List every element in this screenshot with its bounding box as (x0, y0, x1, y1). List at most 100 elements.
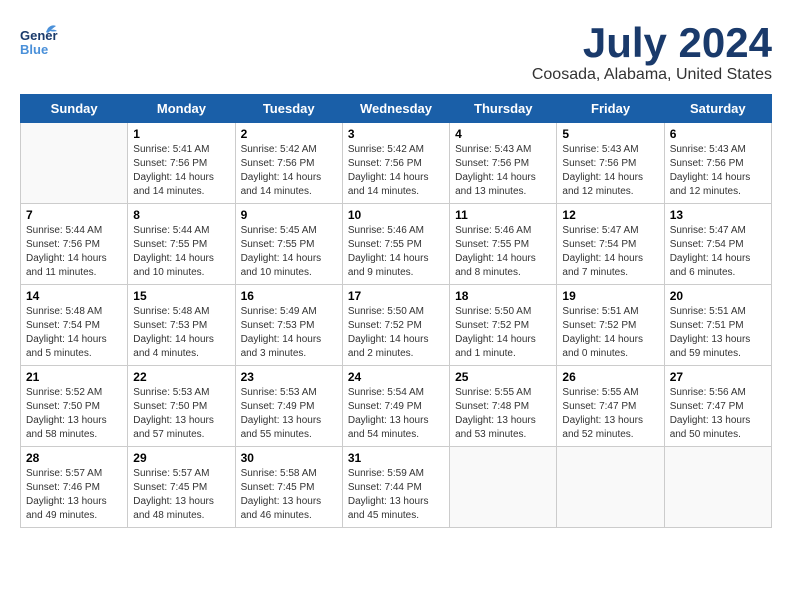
day-number: 11 (455, 208, 551, 222)
day-info: Sunrise: 5:55 AM Sunset: 7:48 PM Dayligh… (455, 386, 551, 442)
day-info: Sunrise: 5:44 AM Sunset: 7:55 PM Dayligh… (133, 224, 229, 280)
day-number: 17 (348, 289, 444, 303)
day-number: 25 (455, 370, 551, 384)
day-number: 30 (241, 451, 337, 465)
calendar-cell: 30 Sunrise: 5:58 AM Sunset: 7:45 PM Dayli… (235, 447, 342, 528)
calendar-cell: 27 Sunrise: 5:56 AM Sunset: 7:47 PM Dayli… (664, 366, 771, 447)
day-info: Sunrise: 5:50 AM Sunset: 7:52 PM Dayligh… (348, 305, 444, 361)
calendar-cell: 24Sunrise: 5:54 AM Sunset: 7:49 PM Dayli… (342, 366, 449, 447)
calendar-cell (557, 447, 664, 528)
day-info: Sunrise: 5:41 AM Sunset: 7:56 PM Dayligh… (133, 143, 229, 199)
svg-text:Blue: Blue (20, 42, 48, 57)
day-info: Sunrise: 5:46 AM Sunset: 7:55 PM Dayligh… (455, 224, 551, 280)
day-info: Sunrise: 5:48 AM Sunset: 7:54 PM Dayligh… (26, 305, 122, 361)
day-number: 4 (455, 127, 551, 141)
calendar-cell: 10 Sunrise: 5:46 AM Sunset: 7:55 PM Dayli… (342, 204, 449, 285)
day-of-week-monday: Monday (128, 95, 235, 123)
day-info: Sunrise: 5:47 AM Sunset: 7:54 PM Dayligh… (670, 224, 766, 280)
day-info: Sunrise: 5:56 AM Sunset: 7:47 PM Dayligh… (670, 386, 766, 442)
month-title: July 2024 (532, 20, 772, 66)
day-of-week-tuesday: Tuesday (235, 95, 342, 123)
day-of-week-friday: Friday (557, 95, 664, 123)
day-info: Sunrise: 5:42 AM Sunset: 7:56 PM Dayligh… (241, 143, 337, 199)
day-number: 23 (241, 370, 337, 384)
calendar-cell: 9 Sunrise: 5:45 AM Sunset: 7:55 PM Daylig… (235, 204, 342, 285)
calendar-cell: 2 Sunrise: 5:42 AM Sunset: 7:56 PM Daylig… (235, 123, 342, 204)
day-info: Sunrise: 5:50 AM Sunset: 7:52 PM Dayligh… (455, 305, 551, 361)
day-info: Sunrise: 5:43 AM Sunset: 7:56 PM Dayligh… (562, 143, 658, 199)
day-number: 12 (562, 208, 658, 222)
day-number: 9 (241, 208, 337, 222)
calendar-cell: 15Sunrise: 5:48 AM Sunset: 7:53 PM Dayli… (128, 285, 235, 366)
day-number: 7 (26, 208, 122, 222)
day-number: 29 (133, 451, 229, 465)
day-info: Sunrise: 5:53 AM Sunset: 7:50 PM Dayligh… (133, 386, 229, 442)
location: Coosada, Alabama, United States (532, 66, 772, 84)
day-info: Sunrise: 5:42 AM Sunset: 7:56 PM Dayligh… (348, 143, 444, 199)
day-number: 26 (562, 370, 658, 384)
calendar-cell (21, 123, 128, 204)
day-info: Sunrise: 5:44 AM Sunset: 7:56 PM Dayligh… (26, 224, 122, 280)
day-info: Sunrise: 5:57 AM Sunset: 7:46 PM Dayligh… (26, 467, 122, 523)
calendar-cell: 11 Sunrise: 5:46 AM Sunset: 7:55 PM Dayli… (450, 204, 557, 285)
calendar-cell: 8 Sunrise: 5:44 AM Sunset: 7:55 PM Daylig… (128, 204, 235, 285)
day-of-week-saturday: Saturday (664, 95, 771, 123)
day-number: 14 (26, 289, 122, 303)
calendar-cell: 13Sunrise: 5:47 AM Sunset: 7:54 PM Dayli… (664, 204, 771, 285)
calendar-cell: 23 Sunrise: 5:53 AM Sunset: 7:49 PM Dayli… (235, 366, 342, 447)
day-of-week-thursday: Thursday (450, 95, 557, 123)
day-number: 27 (670, 370, 766, 384)
day-info: Sunrise: 5:49 AM Sunset: 7:53 PM Dayligh… (241, 305, 337, 361)
day-number: 21 (26, 370, 122, 384)
title-area: July 2024 Coosada, Alabama, United State… (532, 20, 772, 84)
day-number: 6 (670, 127, 766, 141)
calendar-cell: 17 Sunrise: 5:50 AM Sunset: 7:52 PM Dayli… (342, 285, 449, 366)
day-number: 10 (348, 208, 444, 222)
calendar-cell (450, 447, 557, 528)
calendar-cell: 22Sunrise: 5:53 AM Sunset: 7:50 PM Dayli… (128, 366, 235, 447)
day-number: 1 (133, 127, 229, 141)
calendar-cell: 5 Sunrise: 5:43 AM Sunset: 7:56 PM Daylig… (557, 123, 664, 204)
day-info: Sunrise: 5:52 AM Sunset: 7:50 PM Dayligh… (26, 386, 122, 442)
logo: General Blue (20, 20, 58, 58)
day-number: 2 (241, 127, 337, 141)
calendar-cell: 12Sunrise: 5:47 AM Sunset: 7:54 PM Dayli… (557, 204, 664, 285)
day-info: Sunrise: 5:53 AM Sunset: 7:49 PM Dayligh… (241, 386, 337, 442)
day-number: 8 (133, 208, 229, 222)
calendar-week-3: 14 Sunrise: 5:48 AM Sunset: 7:54 PM Dayli… (21, 285, 772, 366)
days-of-week-row: SundayMondayTuesdayWednesdayThursdayFrid… (21, 95, 772, 123)
day-number: 18 (455, 289, 551, 303)
day-info: Sunrise: 5:46 AM Sunset: 7:55 PM Dayligh… (348, 224, 444, 280)
calendar-header: SundayMondayTuesdayWednesdayThursdayFrid… (21, 95, 772, 123)
day-info: Sunrise: 5:57 AM Sunset: 7:45 PM Dayligh… (133, 467, 229, 523)
day-info: Sunrise: 5:48 AM Sunset: 7:53 PM Dayligh… (133, 305, 229, 361)
calendar-cell: 25 Sunrise: 5:55 AM Sunset: 7:48 PM Dayli… (450, 366, 557, 447)
calendar-cell: 1 Sunrise: 5:41 AM Sunset: 7:56 PM Daylig… (128, 123, 235, 204)
day-info: Sunrise: 5:45 AM Sunset: 7:55 PM Dayligh… (241, 224, 337, 280)
calendar-cell: 19Sunrise: 5:51 AM Sunset: 7:52 PM Dayli… (557, 285, 664, 366)
logo-icon: General Blue (20, 20, 58, 58)
calendar-week-4: 21 Sunrise: 5:52 AM Sunset: 7:50 PM Dayli… (21, 366, 772, 447)
day-info: Sunrise: 5:54 AM Sunset: 7:49 PM Dayligh… (348, 386, 444, 442)
day-of-week-sunday: Sunday (21, 95, 128, 123)
calendar-week-1: 1 Sunrise: 5:41 AM Sunset: 7:56 PM Daylig… (21, 123, 772, 204)
calendar-table: SundayMondayTuesdayWednesdayThursdayFrid… (20, 94, 772, 528)
day-number: 31 (348, 451, 444, 465)
day-number: 20 (670, 289, 766, 303)
calendar-cell: 31Sunrise: 5:59 AM Sunset: 7:44 PM Dayli… (342, 447, 449, 528)
calendar-cell: 16Sunrise: 5:49 AM Sunset: 7:53 PM Dayli… (235, 285, 342, 366)
calendar-cell (664, 447, 771, 528)
day-number: 3 (348, 127, 444, 141)
day-info: Sunrise: 5:58 AM Sunset: 7:45 PM Dayligh… (241, 467, 337, 523)
day-number: 5 (562, 127, 658, 141)
calendar-body: 1 Sunrise: 5:41 AM Sunset: 7:56 PM Daylig… (21, 123, 772, 528)
calendar-week-5: 28 Sunrise: 5:57 AM Sunset: 7:46 PM Dayli… (21, 447, 772, 528)
calendar-cell: 29 Sunrise: 5:57 AM Sunset: 7:45 PM Dayli… (128, 447, 235, 528)
day-number: 28 (26, 451, 122, 465)
calendar-cell: 20Sunrise: 5:51 AM Sunset: 7:51 PM Dayli… (664, 285, 771, 366)
calendar-cell: 4Sunrise: 5:43 AM Sunset: 7:56 PM Daylig… (450, 123, 557, 204)
day-info: Sunrise: 5:43 AM Sunset: 7:56 PM Dayligh… (670, 143, 766, 199)
calendar-cell: 21 Sunrise: 5:52 AM Sunset: 7:50 PM Dayli… (21, 366, 128, 447)
calendar-week-2: 7 Sunrise: 5:44 AM Sunset: 7:56 PM Daylig… (21, 204, 772, 285)
day-of-week-wednesday: Wednesday (342, 95, 449, 123)
